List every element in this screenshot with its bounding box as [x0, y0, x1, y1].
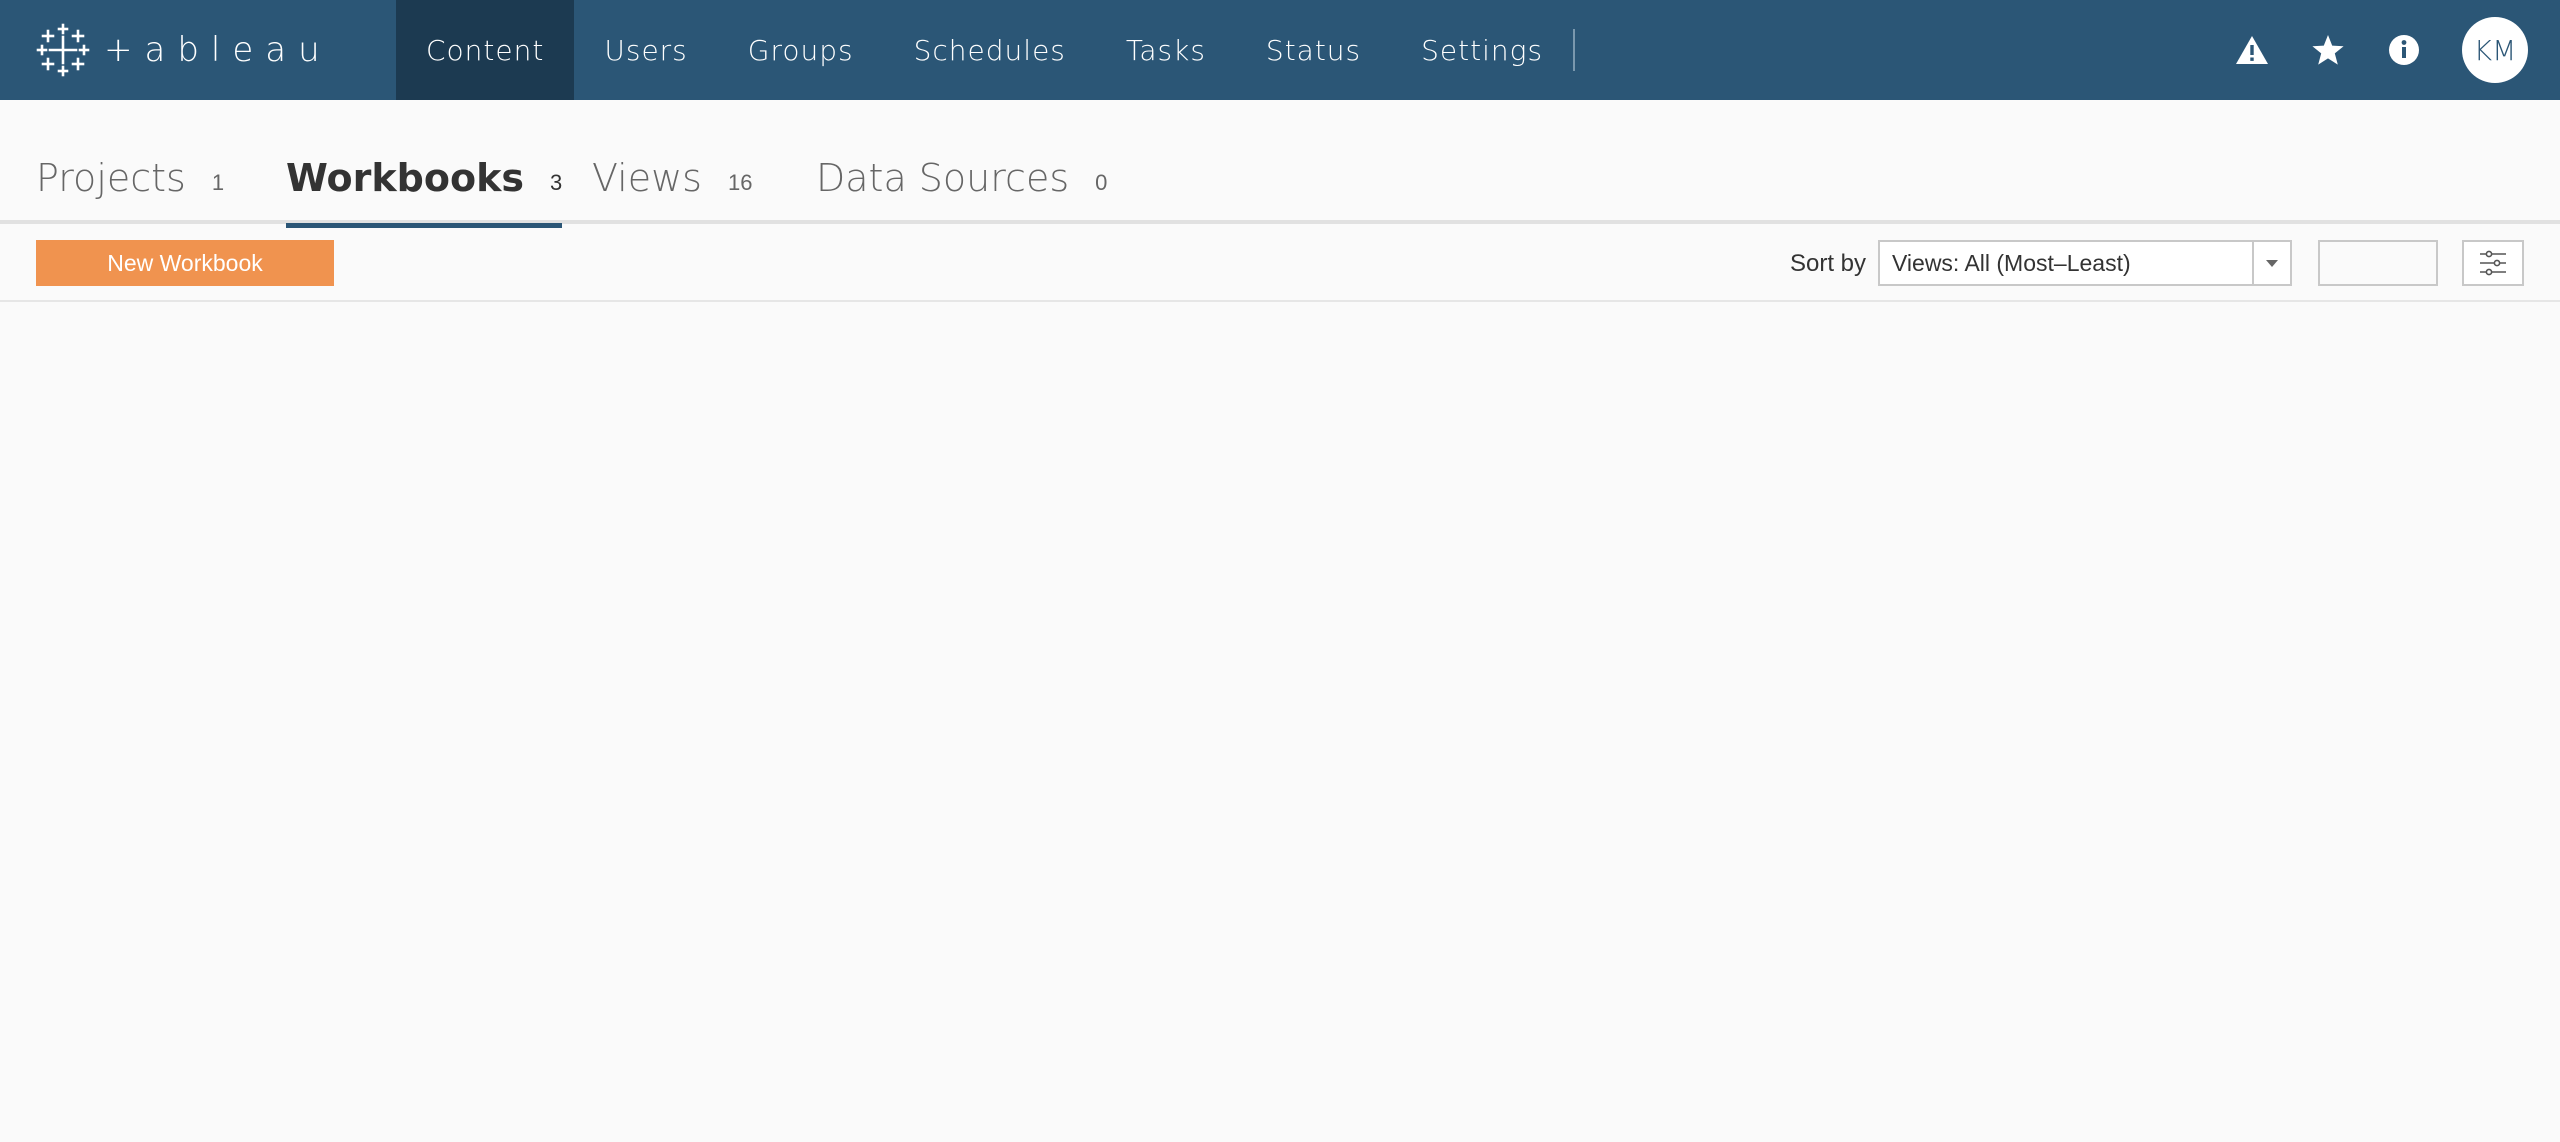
tab-label: Projects: [36, 156, 186, 200]
tab-projects[interactable]: Projects 1: [36, 156, 224, 224]
tab-label: Views: [592, 156, 702, 200]
tab-workbooks[interactable]: Workbooks 3: [286, 156, 563, 228]
content-tabs: Projects 1 Workbooks 3 Views 16 Data Sou…: [0, 100, 2560, 228]
nav-item-groups[interactable]: Groups: [718, 0, 884, 100]
nav-item-users[interactable]: Users: [574, 0, 717, 100]
alert-button[interactable]: [2214, 0, 2290, 100]
top-right-actions: KM: [2214, 0, 2560, 100]
tab-count: 1: [211, 170, 225, 195]
sort-select[interactable]: Views: All (Most–Least): [1878, 240, 2292, 286]
sort-dropdown-button[interactable]: [2252, 242, 2290, 284]
main-nav: Content Users Groups Schedules Tasks Sta…: [396, 0, 1576, 100]
tab-count: 3: [549, 170, 563, 195]
info-icon: [2389, 35, 2419, 65]
nav-item-settings[interactable]: Settings: [1391, 0, 1573, 100]
top-navigation-bar: +ableau Content Users Groups Schedules T…: [0, 0, 2560, 100]
tab-label: Workbooks: [286, 156, 524, 200]
sliders-icon: [2480, 250, 2506, 276]
alert-icon: [2236, 36, 2268, 64]
tableau-logo-icon: [36, 23, 90, 77]
filter-input[interactable]: [2318, 240, 2438, 286]
tab-label: Data Sources: [816, 156, 1070, 200]
tab-views[interactable]: Views 16: [592, 156, 752, 224]
sort-label: Sort by: [1790, 250, 1867, 277]
star-icon: [2312, 35, 2344, 65]
brand-logo[interactable]: +ableau: [0, 0, 396, 100]
tab-data-sources[interactable]: Data Sources 0: [816, 156, 1107, 224]
nav-item-content[interactable]: Content: [396, 0, 575, 100]
tab-count: 0: [1095, 170, 1108, 195]
view-settings-button[interactable]: [2462, 240, 2524, 286]
tab-count: 16: [727, 170, 753, 195]
caret-down-icon: [2266, 260, 2278, 267]
nav-item-schedules[interactable]: Schedules: [884, 0, 1096, 100]
content-toolbar: New Workbook Sort by Views: All (Most–Le…: [0, 228, 2560, 302]
nav-item-tasks[interactable]: Tasks: [1096, 0, 1236, 100]
nav-item-status[interactable]: Status: [1236, 0, 1391, 100]
info-button[interactable]: [2366, 0, 2442, 100]
nav-divider: [1573, 29, 1576, 71]
favorites-button[interactable]: [2290, 0, 2366, 100]
workbooks-content-area: [0, 302, 2560, 1142]
sort-selected-value: Views: All (Most–Least): [1892, 249, 2131, 276]
brand-wordmark: +ableau: [104, 30, 332, 70]
user-avatar[interactable]: KM: [2462, 17, 2528, 83]
new-workbook-button[interactable]: New Workbook: [36, 240, 334, 286]
